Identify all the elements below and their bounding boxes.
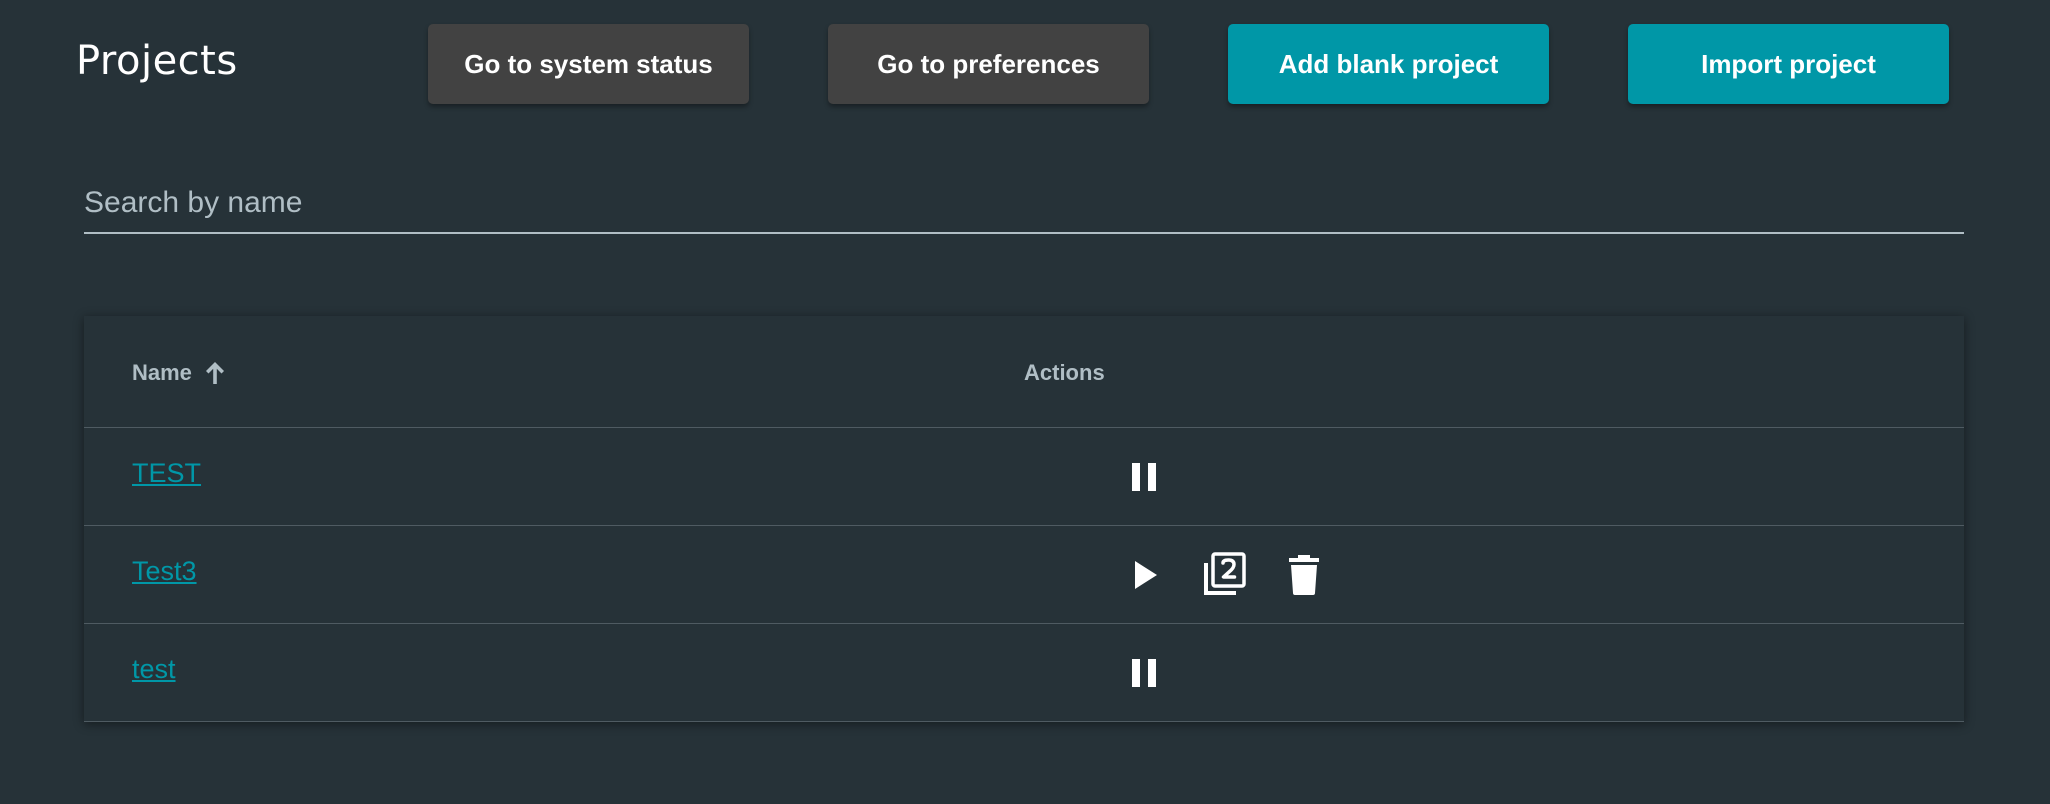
project-link[interactable]: TEST (132, 458, 201, 489)
table-row: TEST (84, 428, 1964, 526)
search-input[interactable] (84, 176, 1964, 230)
column-header-name-label: Name (132, 360, 192, 385)
column-header-actions: Actions (1024, 360, 1105, 385)
play-icon[interactable] (1120, 551, 1168, 599)
copy-icon[interactable] (1200, 551, 1248, 599)
delete-icon[interactable] (1280, 551, 1328, 599)
pause-icon[interactable] (1120, 453, 1168, 501)
table-header: Name Actions (84, 316, 1964, 428)
page-header: Projects Go to system status Go to prefe… (0, 0, 2050, 130)
project-link[interactable]: Test3 (132, 556, 197, 587)
preferences-button[interactable]: Go to preferences (828, 24, 1149, 104)
search-field (84, 176, 1964, 234)
add-blank-project-button[interactable]: Add blank project (1228, 24, 1549, 104)
row-actions (1120, 526, 1360, 624)
import-project-button[interactable]: Import project (1628, 24, 1949, 104)
project-link[interactable]: test (132, 654, 176, 685)
column-header-name[interactable]: Name (132, 360, 226, 386)
system-status-button[interactable]: Go to system status (428, 24, 749, 104)
page-title: Projects (76, 38, 238, 84)
table-row: test (84, 624, 1964, 722)
pause-icon[interactable] (1120, 649, 1168, 697)
row-actions (1120, 428, 1200, 526)
table-row: Test3 (84, 526, 1964, 624)
arrow-up-icon[interactable] (204, 360, 226, 386)
row-actions (1120, 624, 1200, 722)
projects-table: Name Actions TEST Test3 test (84, 316, 1964, 722)
